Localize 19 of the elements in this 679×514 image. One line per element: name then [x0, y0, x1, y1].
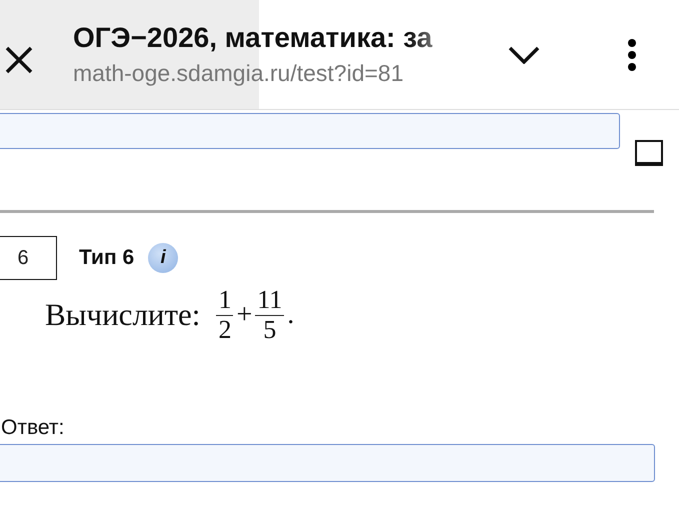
numerator: 1 — [216, 286, 234, 316]
task-prompt: Вычислите: — [45, 297, 200, 334]
close-icon[interactable] — [5, 46, 33, 74]
numerator: 11 — [255, 286, 284, 316]
page-url: math-oge.sdamgia.ru/test?id=81 — [73, 60, 404, 87]
denominator: 5 — [263, 316, 276, 344]
checkbox[interactable] — [635, 140, 663, 166]
task-type: Тип 6 — [79, 246, 134, 270]
info-button[interactable]: i — [148, 243, 178, 273]
denominator: 2 — [218, 316, 232, 344]
answer-label: Ответ: — [1, 416, 66, 440]
math-operator: + — [236, 299, 252, 332]
answer-field[interactable] — [0, 444, 655, 482]
menu-icon[interactable] — [628, 38, 636, 70]
chevron-down-icon[interactable] — [508, 46, 540, 64]
text-field[interactable] — [0, 113, 620, 149]
math-operator: . — [287, 299, 294, 332]
page-title: ОГЭ−2026, математика: за — [73, 22, 432, 54]
task-number: 6 — [0, 236, 57, 280]
